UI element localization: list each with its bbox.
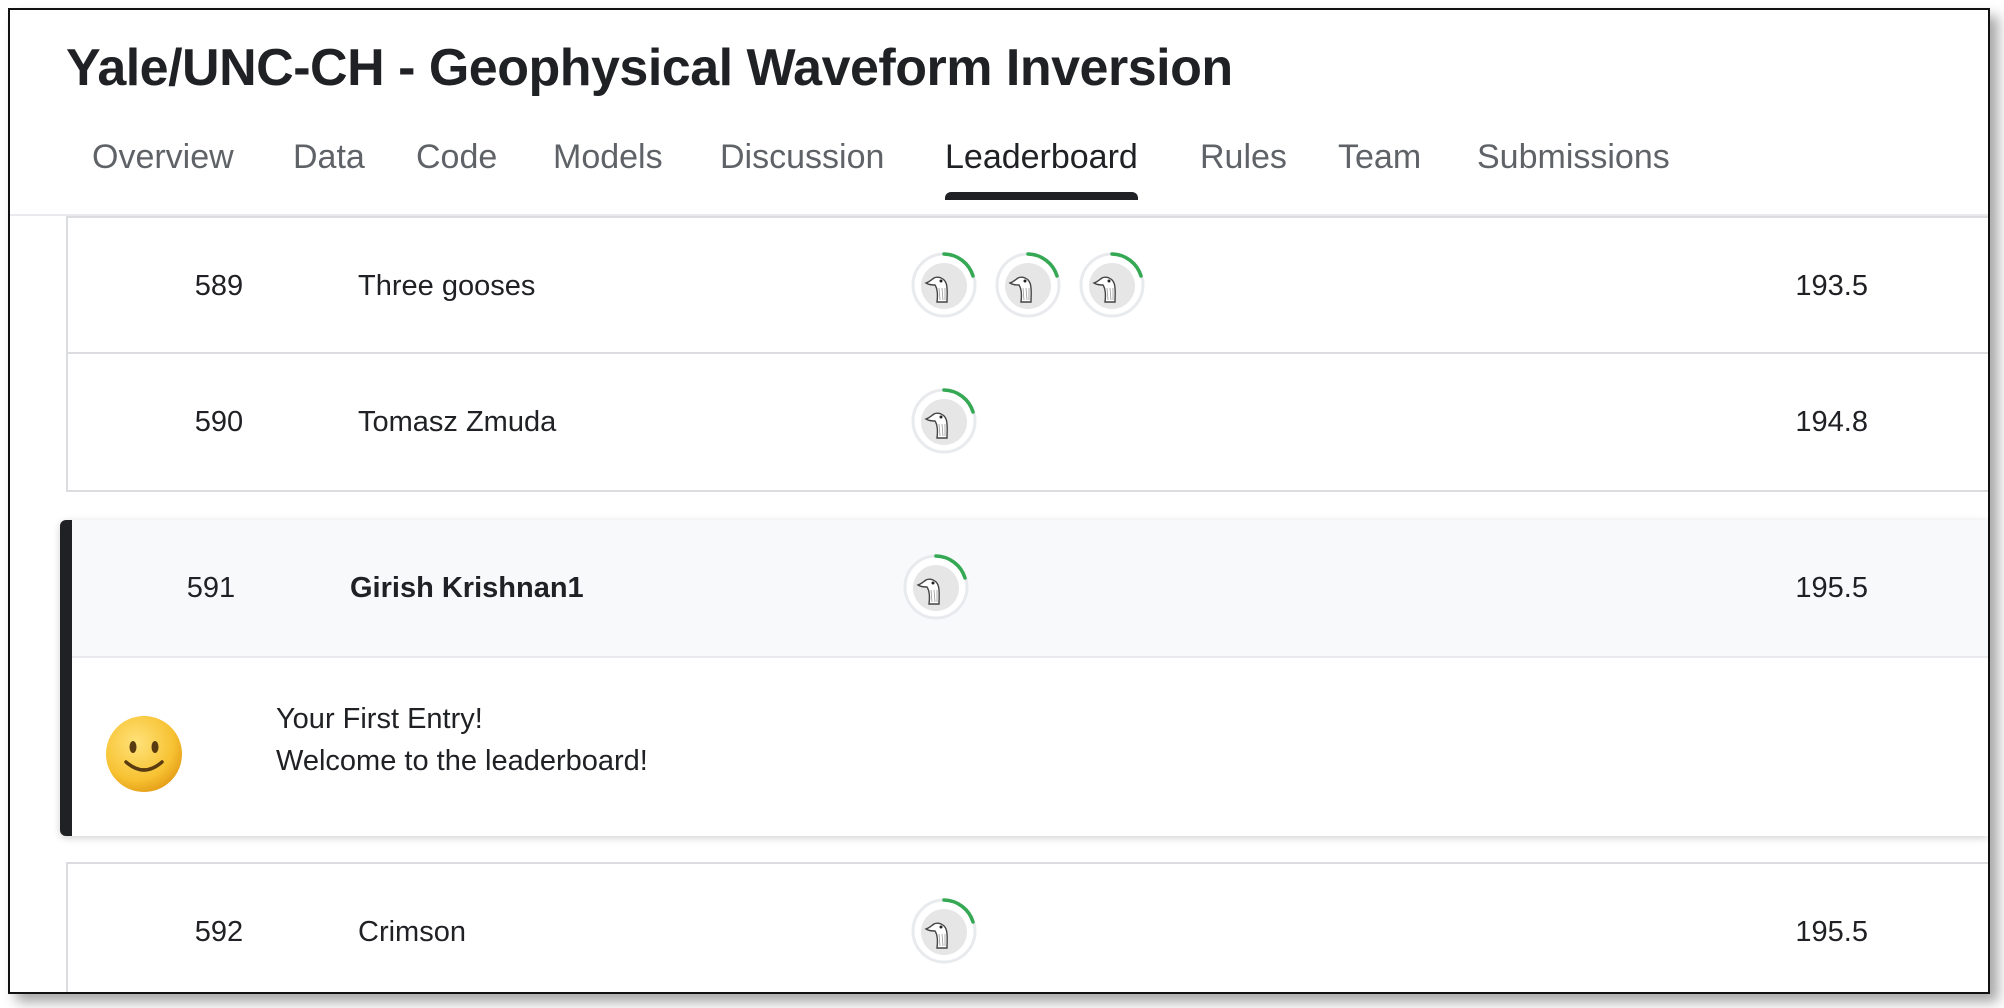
leaderboard-row[interactable]: 590 Tomasz Zmuda 194.8 bbox=[66, 352, 1988, 492]
tab-models[interactable]: Models bbox=[553, 138, 663, 177]
leaderboard-row[interactable]: 592 Crimson 195.5 bbox=[66, 862, 1988, 992]
tab-overview[interactable]: Overview bbox=[92, 138, 234, 177]
leaderboard-row[interactable]: 589 Three gooses 193.5 bbox=[66, 216, 1988, 354]
goose-avatar-icon[interactable] bbox=[911, 252, 977, 318]
competition-title: Yale/UNC-CH - Geophysical Waveform Inver… bbox=[66, 39, 1233, 97]
current-user-row-header: 591 Girish Krishnan1 195.5 bbox=[72, 520, 1988, 658]
goose-avatar-icon[interactable] bbox=[995, 252, 1061, 318]
team-name[interactable]: Girish Krishnan1 bbox=[350, 572, 584, 605]
tab-rules[interactable]: Rules bbox=[1200, 138, 1287, 177]
rank-cell: 590 bbox=[194, 406, 244, 438]
team-members bbox=[903, 554, 969, 620]
team-name[interactable]: Three gooses bbox=[358, 270, 535, 303]
first-entry-line2: Welcome to the leaderboard! bbox=[276, 745, 648, 777]
first-entry-line1: Your First Entry! bbox=[276, 703, 483, 735]
team-members bbox=[911, 252, 1145, 318]
team-members bbox=[911, 898, 977, 964]
tab-data[interactable]: Data bbox=[293, 138, 365, 177]
tab-discussion[interactable]: Discussion bbox=[720, 138, 884, 177]
current-user-row[interactable]: 591 Girish Krishnan1 195.5 Your First En… bbox=[60, 520, 1988, 836]
team-name[interactable]: Crimson bbox=[358, 916, 466, 949]
tab-leaderboard-label: Leaderboard bbox=[945, 138, 1138, 176]
active-tab-indicator bbox=[945, 192, 1138, 200]
score-cell: 195.5 bbox=[1795, 916, 1868, 948]
score-cell: 193.5 bbox=[1795, 270, 1868, 302]
tab-submissions[interactable]: Submissions bbox=[1477, 138, 1670, 177]
team-members bbox=[911, 388, 977, 454]
rank-cell: 591 bbox=[186, 572, 236, 604]
first-entry-text: Your First Entry! Welcome to the leaderb… bbox=[276, 698, 648, 782]
rank-cell: 589 bbox=[194, 270, 244, 302]
score-cell: 195.5 bbox=[1795, 572, 1868, 604]
score-cell: 194.8 bbox=[1795, 406, 1868, 438]
tab-code[interactable]: Code bbox=[416, 138, 497, 177]
team-name[interactable]: Tomasz Zmuda bbox=[358, 406, 556, 439]
goose-avatar-icon[interactable] bbox=[903, 554, 969, 620]
competition-tabs: Overview Data Code Models Discussion Lea… bbox=[10, 128, 1988, 216]
rank-cell: 592 bbox=[194, 916, 244, 948]
tab-leaderboard[interactable]: Leaderboard bbox=[945, 138, 1138, 200]
goose-avatar-icon[interactable] bbox=[911, 388, 977, 454]
goose-avatar-icon[interactable] bbox=[911, 898, 977, 964]
smiling-face-icon bbox=[106, 716, 182, 792]
goose-avatar-icon[interactable] bbox=[1079, 252, 1145, 318]
browser-frame: Yale/UNC-CH - Geophysical Waveform Inver… bbox=[8, 8, 1990, 994]
tab-team[interactable]: Team bbox=[1338, 138, 1421, 177]
